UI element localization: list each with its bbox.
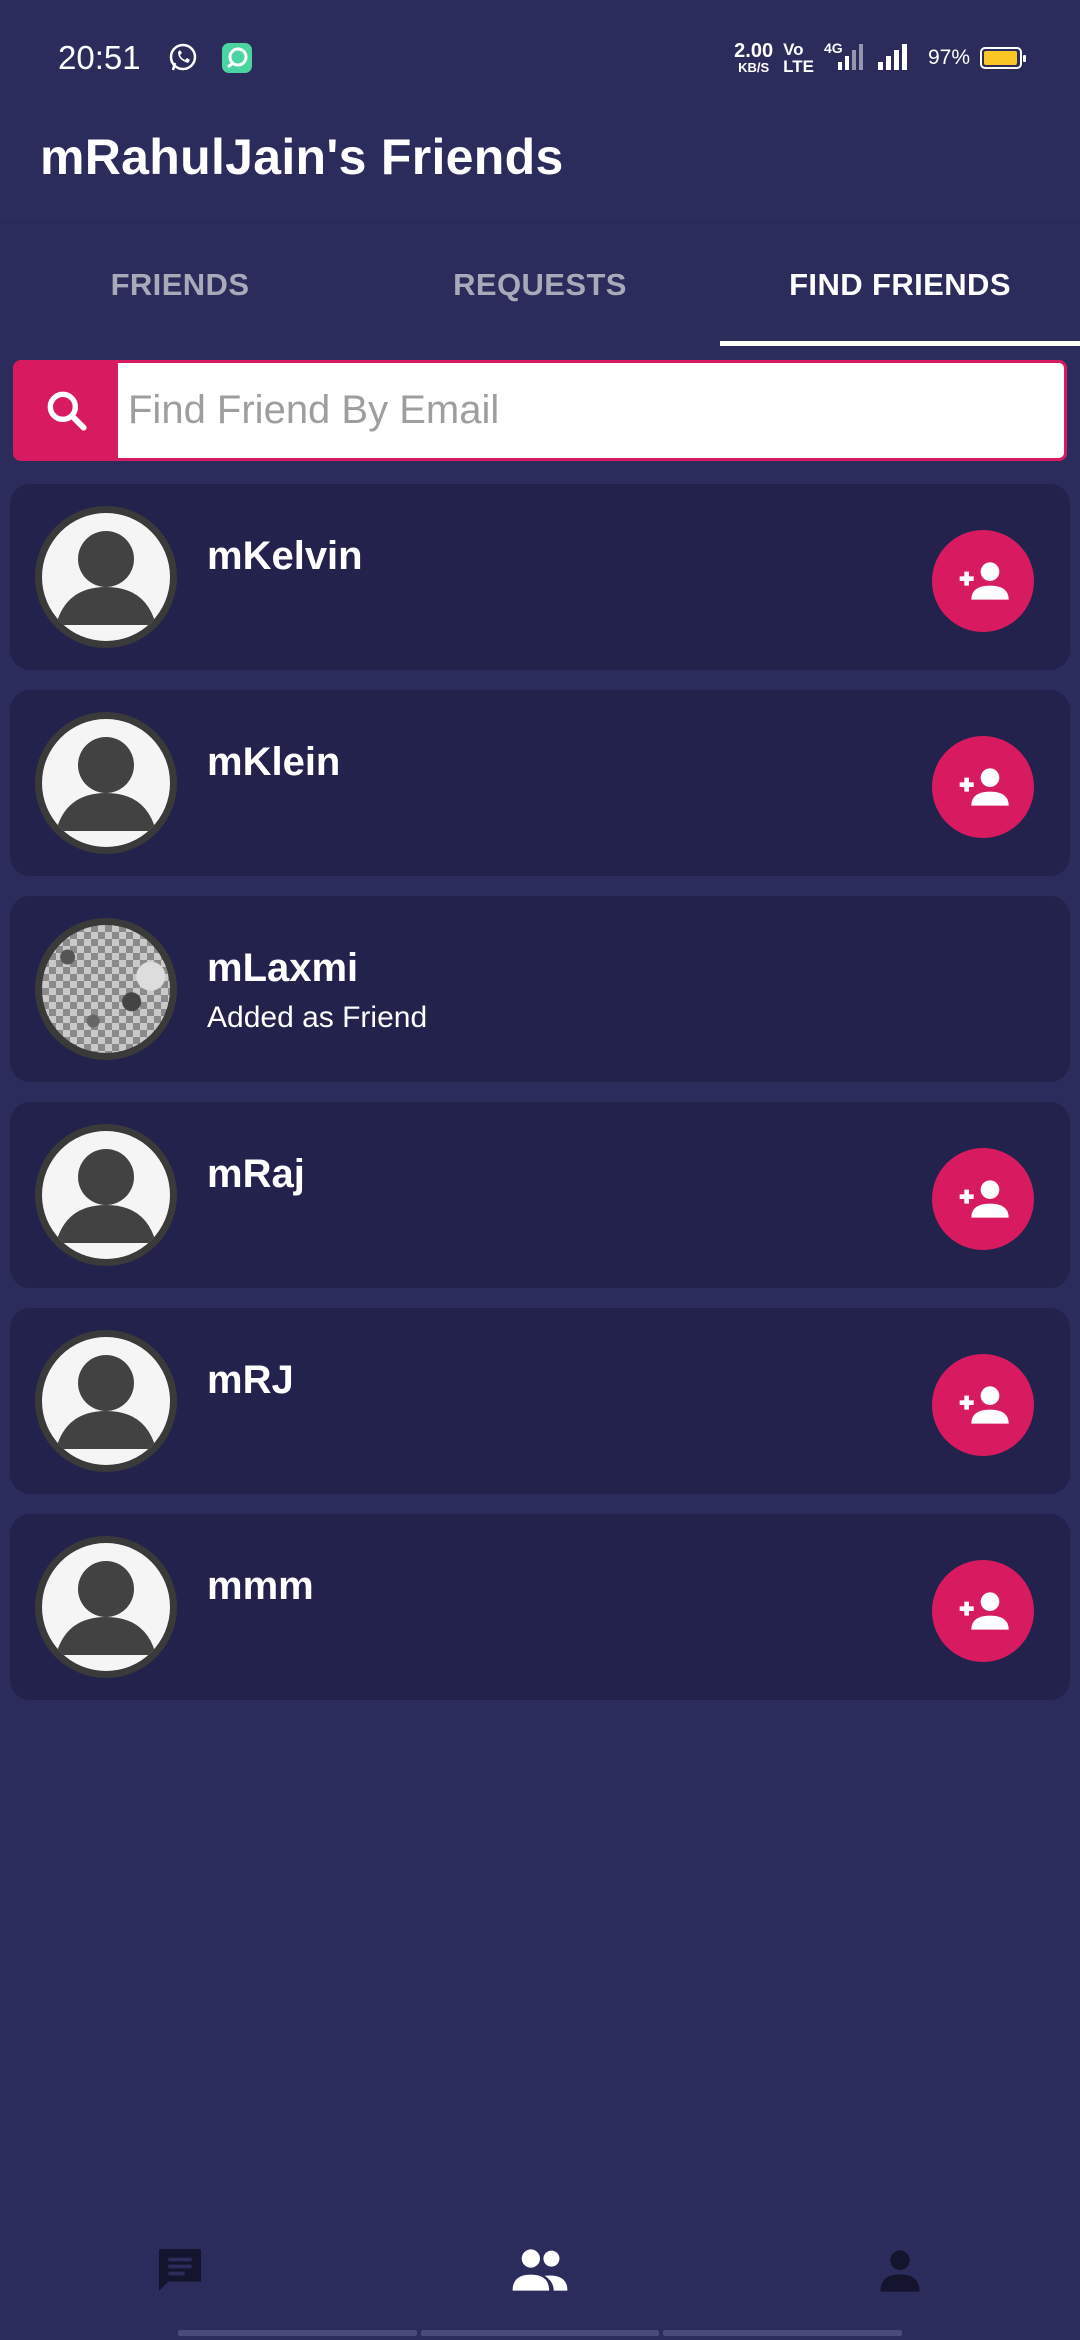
person-add-icon <box>959 1180 1009 1218</box>
tab-find-friends[interactable]: FIND FRIENDS <box>720 223 1080 346</box>
volte-indicator: Vo LTE <box>783 41 814 75</box>
default-avatar-icon <box>56 737 156 831</box>
people-icon <box>512 2249 568 2291</box>
avatar <box>35 918 177 1060</box>
person-add-icon <box>959 1592 1009 1630</box>
network-speed: 2.00 KB/S <box>734 41 773 74</box>
add-friend-button[interactable] <box>932 1354 1034 1456</box>
avatar <box>35 712 177 854</box>
network-type: 4G <box>823 39 843 56</box>
volte-top: Vo <box>783 39 804 59</box>
friend-name: mRaj <box>207 1152 305 1196</box>
search-input[interactable] <box>118 363 1064 458</box>
add-friend-button[interactable] <box>932 736 1034 838</box>
list-item[interactable]: mRJ <box>10 1308 1070 1494</box>
list-item[interactable]: mLaxmi Added as Friend <box>10 896 1070 1082</box>
friend-name: mLaxmi <box>207 946 359 990</box>
friend-name: mKelvin <box>207 534 363 578</box>
avatar <box>35 1330 177 1472</box>
avatar <box>35 1536 177 1678</box>
friend-status: Added as Friend <box>207 1001 428 1034</box>
battery-percent: 97% <box>927 45 970 69</box>
friend-info: mKelvin <box>207 484 363 579</box>
friend-info: mLaxmi Added as Friend <box>207 896 427 1035</box>
net-speed-value: 2.00 <box>734 40 774 62</box>
bottom-nav <box>0 2220 1080 2320</box>
friend-list: mKelvin mKlein mLaxmi Added as Friend mR… <box>10 484 1070 1720</box>
battery-icon <box>980 46 1026 69</box>
person-add-icon <box>959 768 1009 806</box>
add-friend-button[interactable] <box>932 1148 1034 1250</box>
default-avatar-icon <box>56 531 156 625</box>
list-item[interactable]: mmm <box>10 1514 1070 1700</box>
default-avatar-icon <box>56 1561 156 1655</box>
list-item[interactable]: mRaj <box>10 1102 1070 1288</box>
status-app-icons <box>167 42 253 74</box>
profile-photo <box>42 925 170 1053</box>
avatar <box>35 506 177 648</box>
person-add-icon <box>959 1386 1009 1424</box>
app-header: mRahulJain's Friends <box>40 122 564 192</box>
friend-info: mRaj <box>207 1102 305 1197</box>
status-time: 20:51 <box>58 38 141 76</box>
status-right: 2.00 KB/S Vo LTE 4G 97% <box>734 39 1026 75</box>
friend-name: mmm <box>207 1564 314 1608</box>
chat-icon <box>159 2249 201 2291</box>
signal-icon <box>874 42 914 74</box>
page-title: mRahulJain's Friends <box>40 129 564 185</box>
signal-icon: 4G <box>823 39 864 74</box>
whatsapp-icon <box>167 42 199 74</box>
person-add-icon <box>959 562 1009 600</box>
battery-fill <box>984 50 1017 65</box>
search-icon <box>47 391 87 431</box>
gesture-bar <box>178 2330 903 2336</box>
nav-profile[interactable] <box>720 2220 1080 2320</box>
add-friend-button[interactable] <box>932 1560 1034 1662</box>
tab-requests[interactable]: REQUESTS <box>360 223 720 346</box>
net-speed-unit: KB/S <box>738 60 770 75</box>
add-friend-button[interactable] <box>932 530 1034 632</box>
friend-info: mRJ <box>207 1308 294 1403</box>
nav-chats[interactable] <box>0 2220 360 2320</box>
status-bar: 20:51 2.00 KB/S Vo LTE 4G 97% <box>0 0 1080 115</box>
nav-friends[interactable] <box>360 2220 720 2320</box>
friend-info: mKlein <box>207 690 340 785</box>
default-avatar-icon <box>56 1355 156 1449</box>
volte-bottom: LTE <box>783 56 814 76</box>
tab-friends[interactable]: FRIENDS <box>0 223 360 346</box>
friend-name: mKlein <box>207 740 341 784</box>
friend-info: mmm <box>207 1514 314 1609</box>
friend-name: mRJ <box>207 1358 294 1402</box>
app-notification-icon <box>221 42 253 74</box>
list-item[interactable]: mKlein <box>10 690 1070 876</box>
person-icon <box>880 2250 920 2292</box>
search-button[interactable] <box>16 363 118 458</box>
tab-bar: FRIENDS REQUESTS FIND FRIENDS <box>0 222 1080 346</box>
list-item[interactable]: mKelvin <box>10 484 1070 670</box>
default-avatar-icon <box>56 1149 156 1243</box>
avatar <box>35 1124 177 1266</box>
search-bar <box>13 360 1067 461</box>
